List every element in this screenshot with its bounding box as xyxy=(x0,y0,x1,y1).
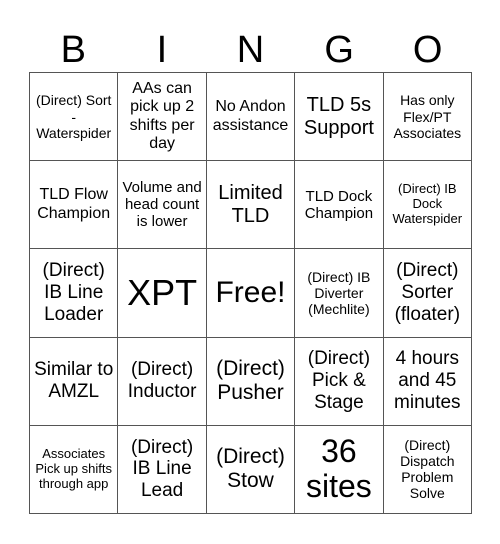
bingo-cell[interactable]: TLD Dock Champion xyxy=(295,161,384,250)
bingo-cell[interactable]: (Direct) IB Line Lead xyxy=(118,425,207,514)
bingo-cell[interactable]: (Direct) IB Line Loader xyxy=(30,249,119,338)
bingo-cell[interactable]: (Direct) IB Dock Waterspider xyxy=(383,161,472,250)
bingo-cell[interactable]: Limited TLD xyxy=(206,161,296,250)
bingo-cell[interactable]: (Direct) Inductor xyxy=(118,337,207,426)
bingo-cell[interactable]: TLD 5s Support xyxy=(295,73,384,162)
bingo-cell[interactable]: 36 sites xyxy=(295,425,384,514)
bingo-cell[interactable]: (Direct) Pick & Stage xyxy=(295,337,384,426)
bingo-cell[interactable]: TLD Flow Champion xyxy=(30,161,119,250)
bingo-cell[interactable]: No Andon assistance xyxy=(206,73,296,162)
header-letter-g: G xyxy=(324,29,354,71)
bingo-cell[interactable]: 4 hours and 45 minutes xyxy=(383,337,472,426)
bingo-cell[interactable]: (Direct) Stow xyxy=(206,425,296,514)
header-letter-n: N xyxy=(236,29,265,71)
bingo-cell[interactable]: Volume and head count is lower xyxy=(118,161,207,250)
bingo-header: B I N G O xyxy=(29,28,472,72)
bingo-cell[interactable]: (Direct) Dispatch Problem Solve xyxy=(383,425,472,514)
bingo-card: (Direct) Sort - Waterspider AAs can pick… xyxy=(29,72,472,514)
bingo-cell[interactable]: Associates Pick up shifts through app xyxy=(30,425,119,514)
bingo-cell[interactable]: (Direct) Pusher xyxy=(206,337,296,426)
bingo-cell[interactable]: Similar to AMZL xyxy=(30,337,119,426)
bingo-cell[interactable]: XPT xyxy=(118,249,207,338)
free-space-cell[interactable]: Free! xyxy=(206,249,296,338)
header-letter-i: I xyxy=(156,29,168,71)
header-letter-b: B xyxy=(60,29,86,71)
header-letter-o: O xyxy=(412,29,443,71)
bingo-cell[interactable]: AAs can pick up 2 shifts per day xyxy=(118,73,207,162)
bingo-cell[interactable]: Has only Flex/PT Associates xyxy=(383,73,472,162)
bingo-cell[interactable]: (Direct) Sort - Waterspider xyxy=(30,73,119,162)
bingo-cell[interactable]: (Direct) Sorter (floater) xyxy=(383,249,472,338)
bingo-cell[interactable]: (Direct) IB Diverter (Mechlite) xyxy=(295,249,384,338)
